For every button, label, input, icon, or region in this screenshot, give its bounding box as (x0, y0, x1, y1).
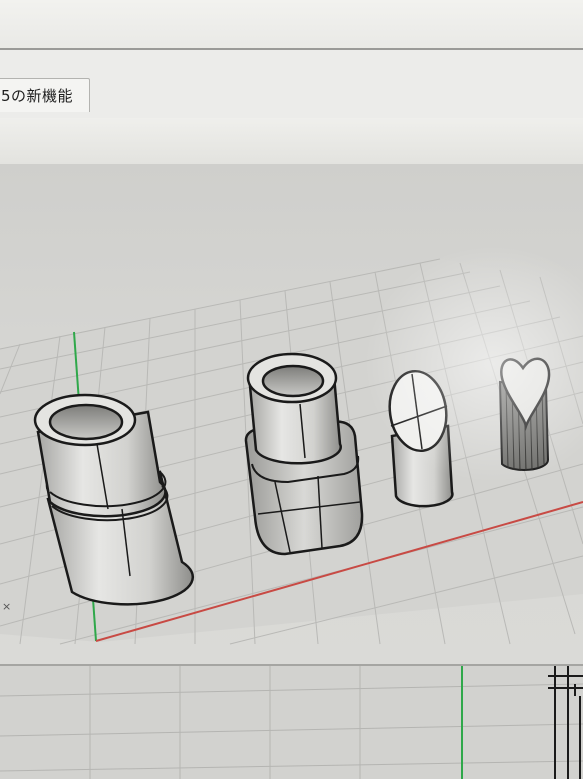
perspective-viewport[interactable] (0, 164, 583, 664)
lower-viewport-canvas (0, 666, 583, 779)
toolbar-area (0, 118, 583, 165)
tab-whats-new[interactable]: 5の新機能 (0, 78, 90, 112)
viewport-canvas[interactable] (0, 164, 583, 664)
lower-viewport-object-outline (548, 666, 583, 779)
lower-viewport[interactable] (0, 664, 583, 779)
cylinder-with-heart-top-object[interactable] (498, 357, 551, 472)
tab-whats-new-label: 5の新機能 (1, 87, 74, 105)
axis-glyph: × (2, 600, 12, 613)
tab-strip: 5の新機能 (0, 50, 583, 119)
window-top-area (0, 0, 583, 50)
